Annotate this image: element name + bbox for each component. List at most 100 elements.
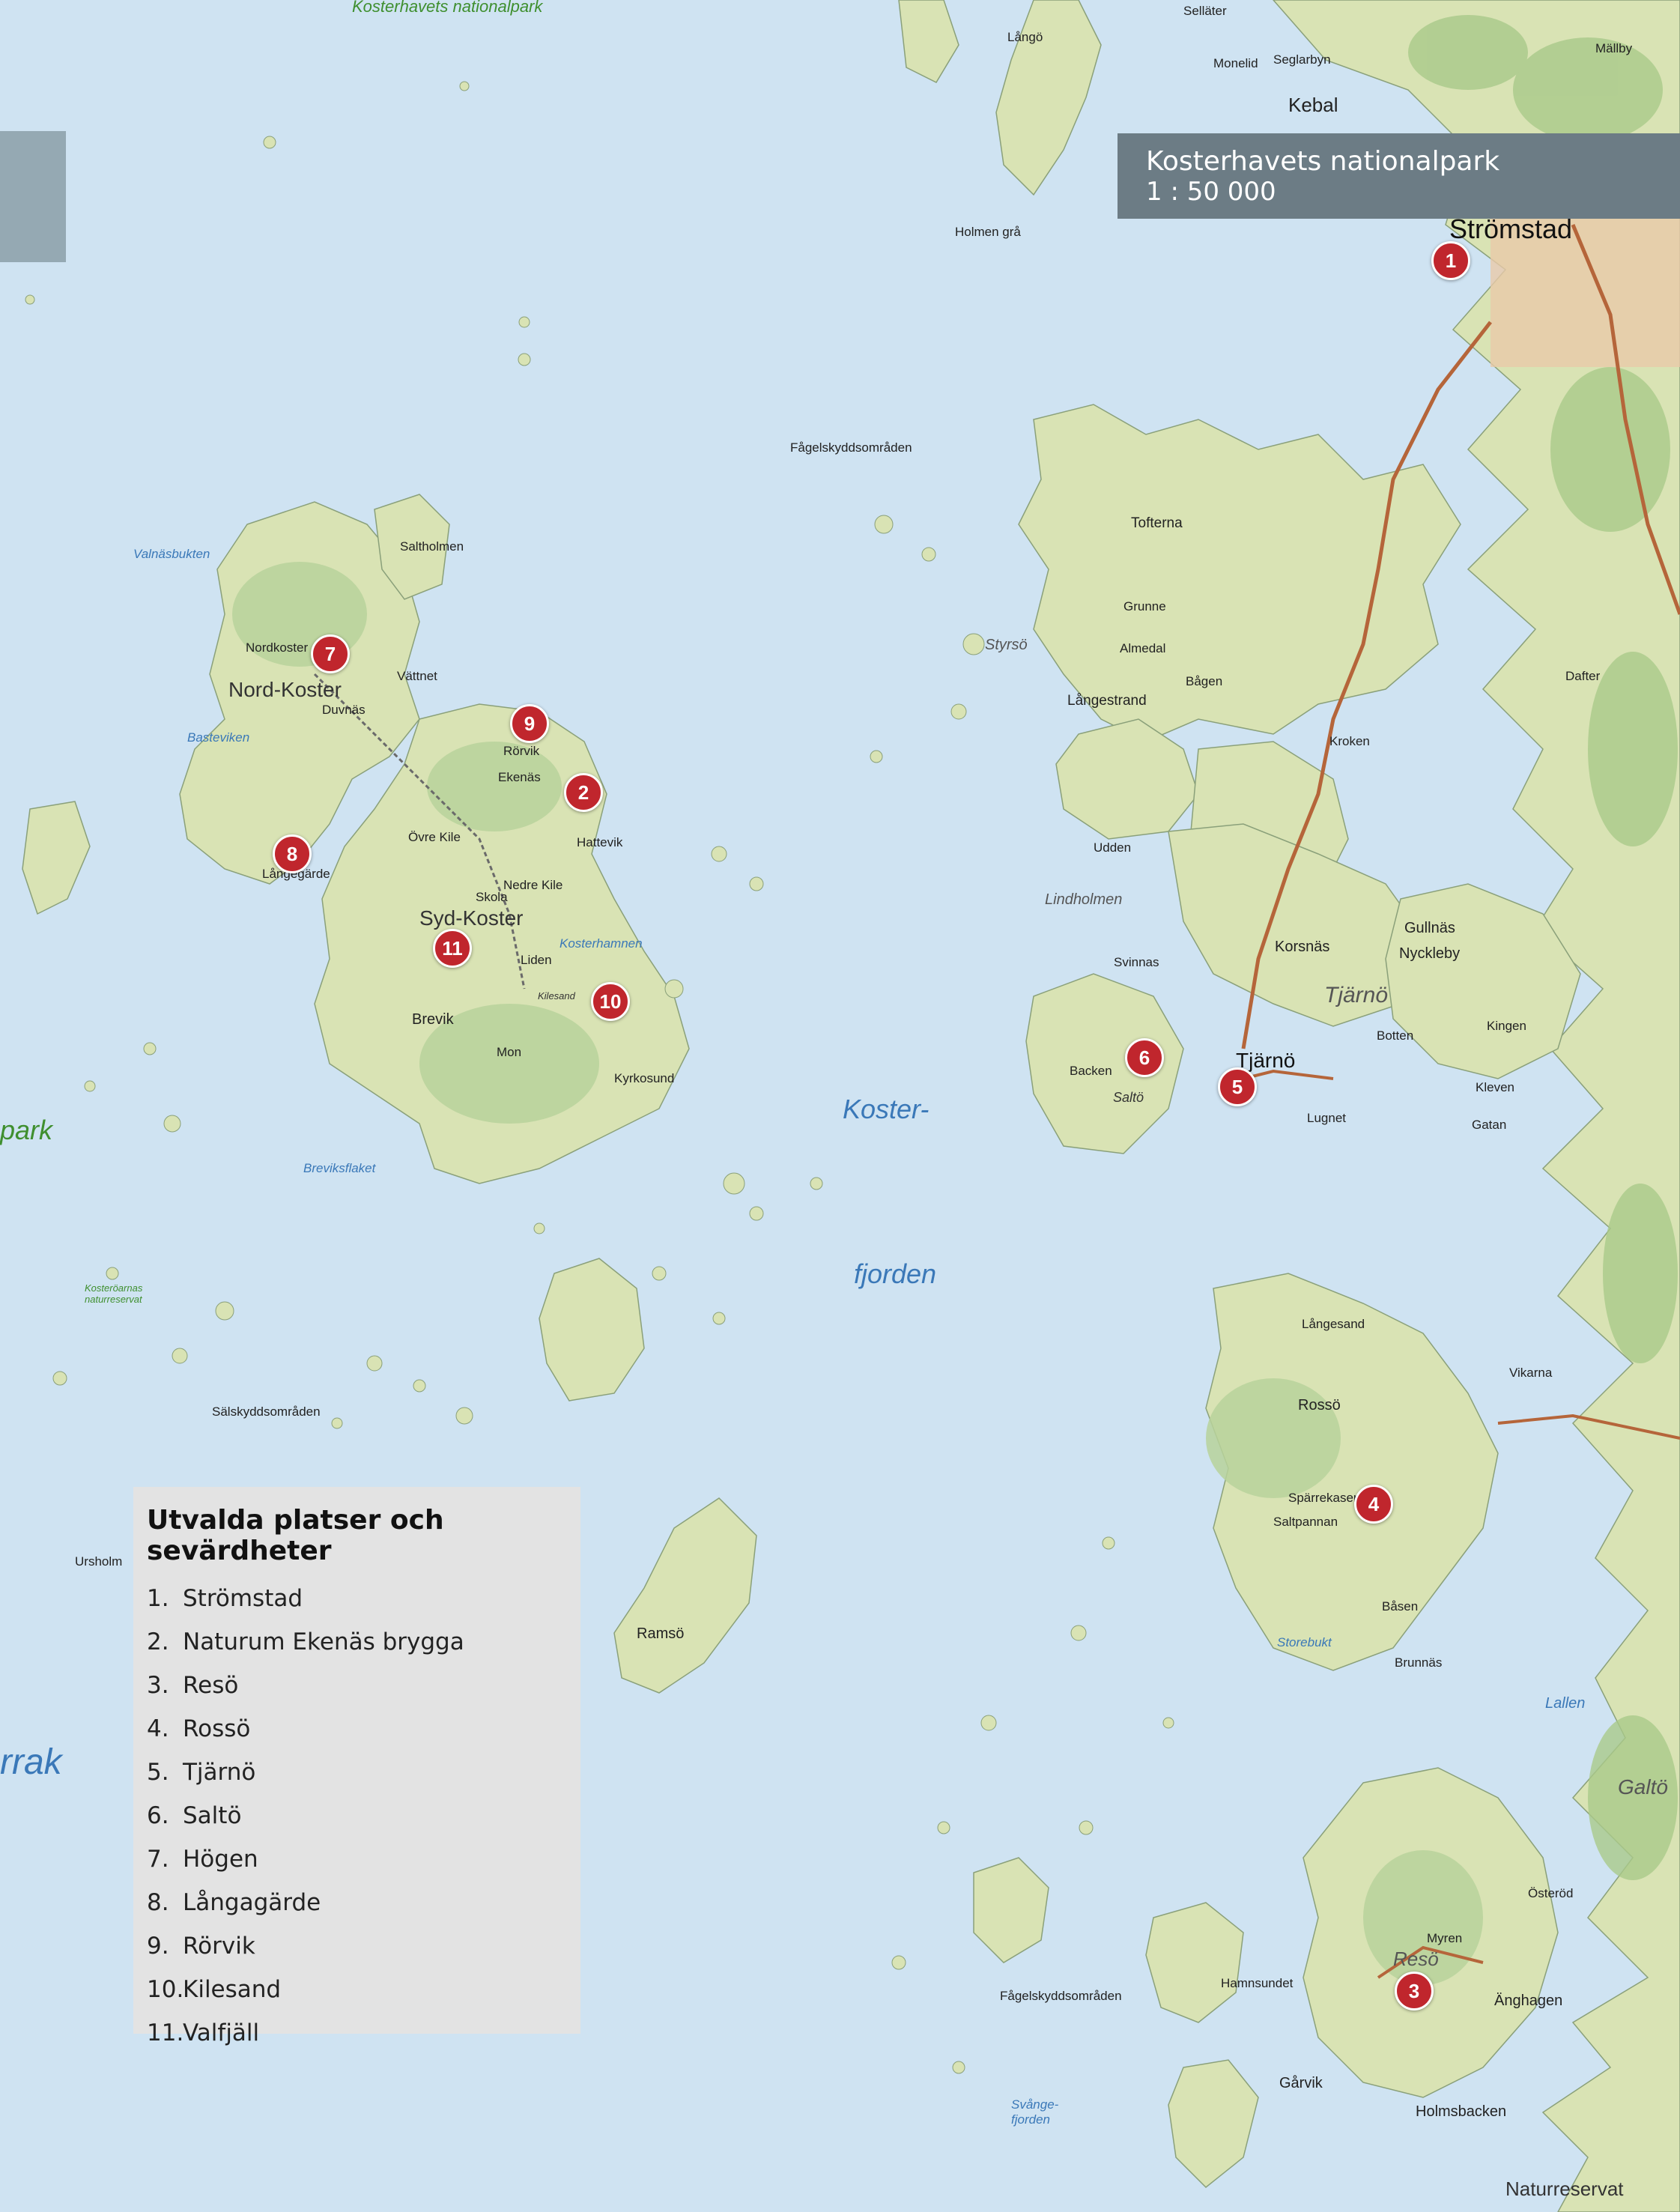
label-hattevik: Hattevik [577,835,623,849]
label-sellater: Selläter [1183,4,1227,18]
legend-item[interactable]: 6. Saltö [147,1794,567,1837]
legend-item-name: Resö [183,1672,239,1699]
marker-rosso[interactable]: 4 [1354,1485,1393,1524]
marker-kilesand[interactable]: 10 [591,982,630,1021]
legend-item[interactable]: 9. Rörvik [147,1924,567,1968]
legend-item[interactable]: 2. Naturum Ekenäs brygga [147,1620,567,1664]
legend-item[interactable]: 1. Strömstad [147,1577,567,1620]
label-kingen: Kingen [1487,1019,1526,1033]
legend-item-num: 2. [147,1628,169,1655]
legend-item-num: 3. [147,1672,169,1699]
legend-item[interactable]: 7. Högen [147,1837,567,1881]
legend-panel: Utvalda platser och sevärdheter 1. Ströms… [133,1487,580,2046]
label-rosso: Rossö [1298,1397,1341,1413]
marker-reso[interactable]: 3 [1395,1972,1434,2011]
label-fagelskydd-1: Fågelskyddsområden [790,440,912,455]
label-ekenas: Ekenäs [498,770,541,784]
label-kleven: Kleven [1476,1080,1514,1094]
map-title: Kosterhavets nationalpark [1146,146,1500,177]
marker-rorvik[interactable]: 9 [510,704,549,743]
legend-item-name: Rörvik [183,1933,255,1960]
label-salto: Saltö [1113,1090,1144,1105]
legend-item-name: Strömstad [183,1585,303,1612]
legend-item-name: Tjärnö [183,1759,256,1786]
legend-heading: Utvalda platser och sevärdheter [147,1505,444,1566]
label-brunnas: Brunnäs [1395,1655,1443,1670]
marker-valfjall[interactable]: 11 [433,929,472,968]
label-kosterfjorden-1: Koster- [843,1094,930,1124]
legend-item[interactable]: 8. Långagärde [147,1881,567,1924]
label-korsnas: Korsnäs [1275,939,1330,955]
label-lugnet: Lugnet [1307,1111,1346,1125]
label-duvnas: Duvnäs [322,703,366,717]
label-styrso: Styrsö [985,637,1028,653]
legend-item-name: Valfjäll [183,2019,260,2046]
legend-item-name: Kilesand [183,1976,282,2003]
legend-item[interactable]: 10.Kilesand [147,1968,567,2011]
legend-item-name: Naturum Ekenäs brygga [183,1628,464,1655]
label-valnasbukten: Valnäsbukten [133,547,210,561]
legend-item[interactable]: 11.Valfjäll [147,2011,567,2055]
label-holmsbacken: Holmsbacken [1416,2103,1507,2120]
label-nyckleby: Nyckleby [1399,945,1461,962]
label-park-top: Kosterhavets nationalpark [352,0,543,16]
legend-item[interactable]: 5. Tjärnö [147,1751,567,1794]
label-almedal: Almedal [1120,641,1166,655]
label-osterod: Österöd [1528,1886,1574,1900]
label-basteviken: Basteviken [187,730,250,745]
label-udden: Udden [1094,840,1132,855]
legend-item-name: Saltö [183,1802,242,1829]
label-mon: Mon [497,1045,522,1059]
label-naturreservat: Naturreservat [1505,2178,1624,2200]
marker-naturum-ekenas-brygga[interactable]: 2 [564,773,603,812]
label-botten: Botten [1377,1028,1414,1043]
label-kosterfjorden-2: fjorden [854,1258,937,1289]
label-myren: Myren [1427,1931,1463,1945]
label-lallen: Lallen [1545,1695,1586,1712]
legend-item-num: 5. [147,1759,169,1786]
label-kosteroarnas-nr: Kosteröarnas naturreservat [85,1282,143,1305]
label-mallby: Mällby [1595,41,1633,55]
label-langesand: Långesand [1302,1317,1365,1331]
label-gullnas: Gullnäs [1404,920,1455,936]
marker-langagarde[interactable]: 8 [273,834,312,873]
label-tjarno-big: Tjärnö [1324,983,1389,1007]
legend-item-name: Högen [183,1846,258,1873]
legend-item-num: 7. [147,1846,169,1873]
marker-stromstad[interactable]: 1 [1431,241,1470,280]
label-brevik: Brevik [412,1011,454,1028]
legend-item[interactable]: 4. Rossö [147,1707,567,1751]
label-tofterna: Tofterna [1131,515,1183,531]
legend-item-num: 4. [147,1715,169,1742]
label-fagelskydd-2: Fågelskyddsområden [1000,1989,1122,2003]
label-breviksflaket: Breviksflaket [303,1161,376,1175]
label-storebukt: Storebukt [1277,1635,1332,1649]
label-dafter: Dafter [1565,669,1601,683]
marker-hogen[interactable]: 7 [311,634,350,673]
label-syd-koster: Syd-Koster [419,906,524,930]
map-scale: 1 : 50 000 [1146,177,1276,207]
label-kroken: Kroken [1329,734,1370,748]
label-rorvik: Rörvik [503,744,540,758]
label-backen: Backen [1070,1064,1112,1078]
legend-item-name: Långagärde [183,1889,321,1916]
legend-item-num: 10. [147,1976,184,2003]
label-svinnas: Svinnas [1114,955,1159,969]
label-kyrkosund: Kyrkosund [614,1071,675,1085]
label-vikarna: Vikarna [1509,1366,1553,1380]
label-park-left: park [0,1115,53,1145]
label-vattnet: Vättnet [397,669,437,683]
label-grunne: Grunne [1123,599,1166,613]
legend-item-name: Rossö [183,1715,251,1742]
label-kebal: Kebal [1288,94,1338,116]
label-skola: Skola [476,890,508,904]
label-kilesand: Kilesand [538,990,575,1002]
map-title-box: Kosterhavets nationalpark 1 : 50 000 [1118,133,1680,219]
marker-tjarno[interactable]: 5 [1218,1067,1257,1106]
legend-item[interactable]: 3. Resö [147,1664,567,1707]
label-bagen: Bågen [1186,674,1223,688]
label-svangefjorden: Svånge-fjorden [1011,2097,1059,2127]
marker-salto[interactable]: 6 [1125,1038,1164,1077]
label-nordkoster: Nordkoster [246,640,309,655]
label-basen: Båsen [1382,1599,1419,1613]
